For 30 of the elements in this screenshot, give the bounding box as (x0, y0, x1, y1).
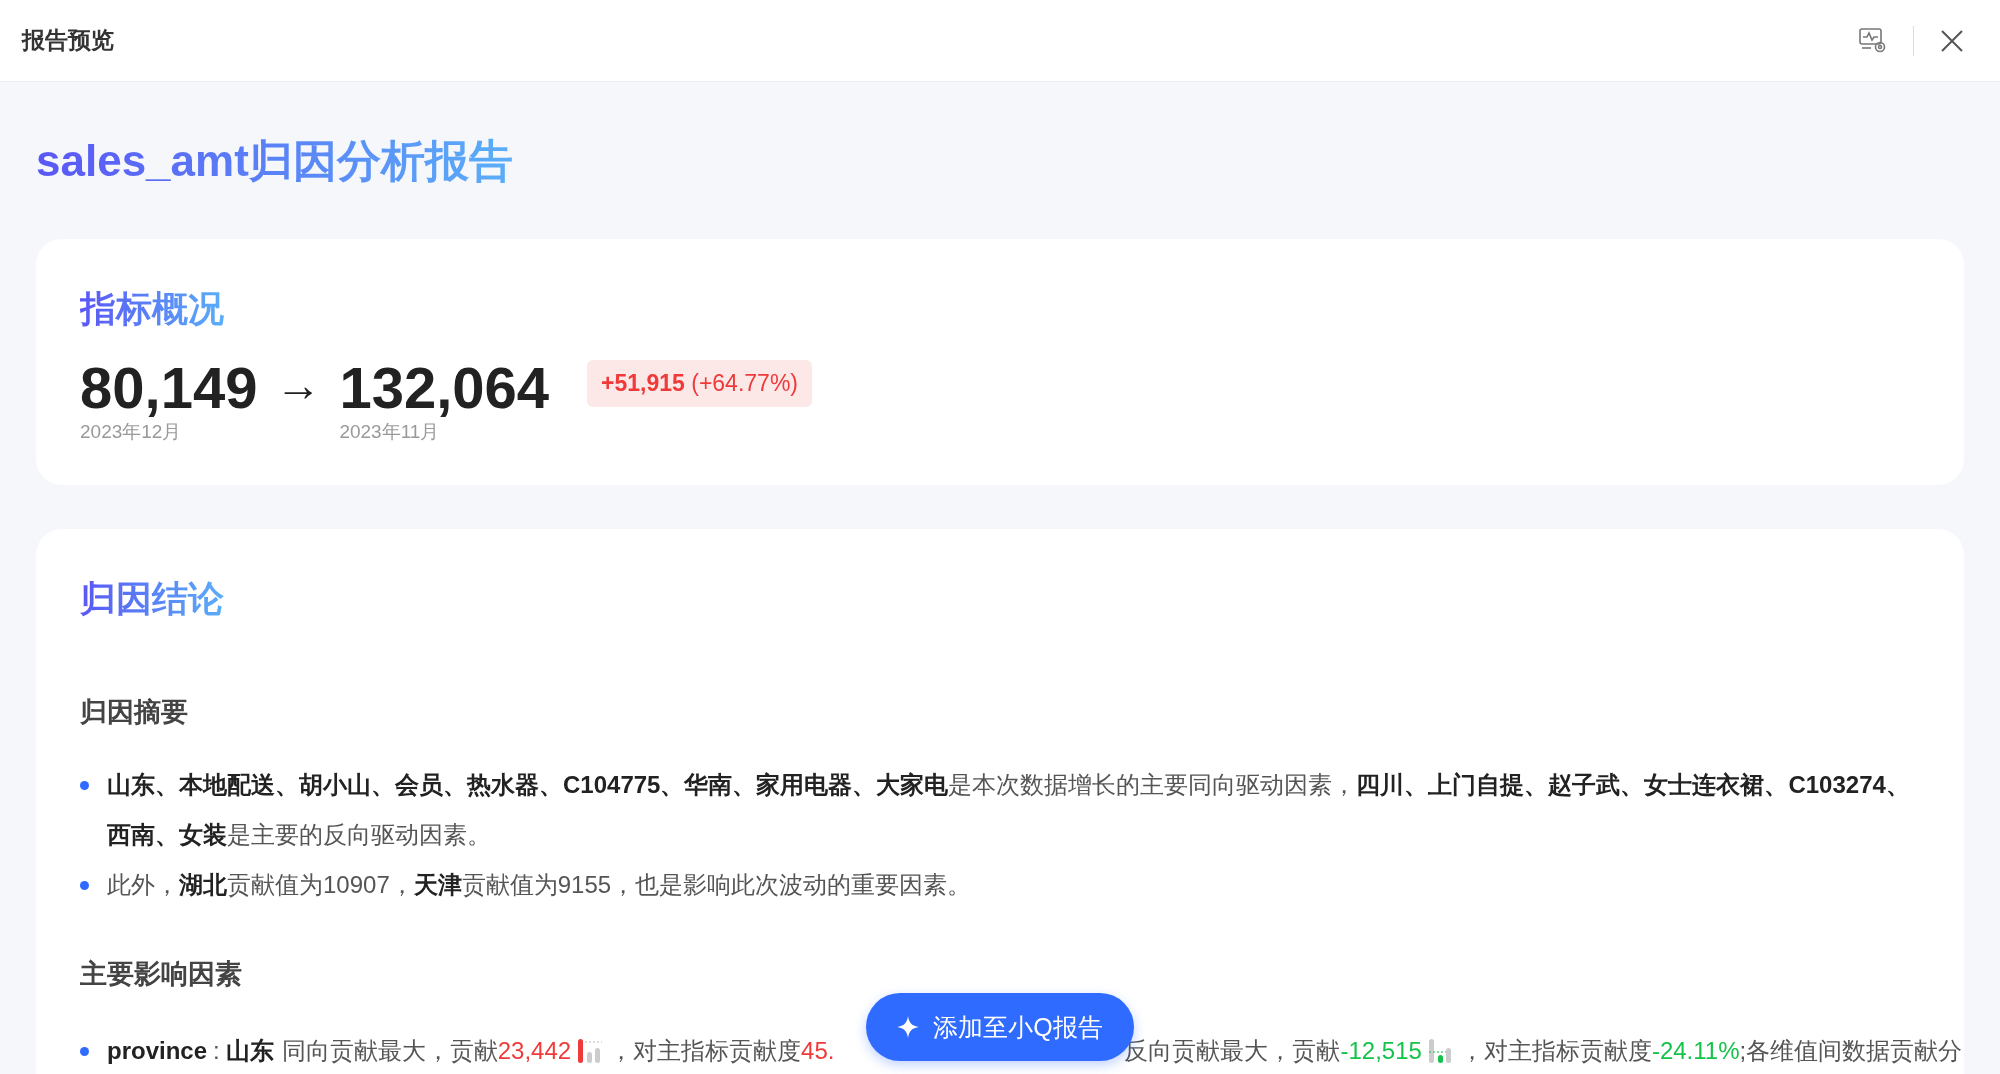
arrow-glyph: → (275, 358, 322, 413)
summary-paragraph: 山东、本地配送、胡小山、会员、热水器、C104775、华南、家用电器、大家电是本次数据增长的主要同向驱动因素，四川、上门自提、赵子武、女士连衣裙、C103274、西南、女装是主要的反向驱动因素。 (107, 769, 1911, 850)
bullet-dot (80, 780, 89, 790)
factor-text: 同向贡献最大，贡献 (281, 1035, 498, 1066)
metric-value: 80,149 (80, 358, 258, 419)
close-icon[interactable] (1940, 28, 1964, 53)
monitor-gear-icon[interactable] (1859, 27, 1887, 54)
dimension-label: province (107, 1035, 208, 1066)
negative-value: -24.11% (1651, 1035, 1740, 1066)
negative-value: -12,515 (1340, 1035, 1422, 1066)
subsection-title: 归因摘要 (80, 695, 189, 729)
dimension-value: 山东 (225, 1035, 274, 1066)
sparkle-icon (897, 1016, 920, 1038)
period-label: 2023年11月 (339, 419, 441, 444)
subsection-title: 主要影响因素 (80, 957, 243, 991)
colon-separator: : (213, 1035, 220, 1066)
bar-chart-icon (577, 1037, 604, 1064)
metric-value: 132,064 (339, 358, 550, 419)
positive-value: 45. (801, 1035, 835, 1066)
bullet-dot (80, 1046, 89, 1056)
bar-chart-icon (1427, 1037, 1454, 1064)
window-title: 报告预览 (22, 26, 115, 55)
positive-value: 23,442 (497, 1035, 572, 1066)
summary-paragraph: 此外，湖北贡献值为10907，天津贡献值为9155，也是影响此次波动的重要因素。 (107, 869, 972, 900)
factor-text: ，对主指标贡献度 (1459, 1035, 1652, 1066)
period-label: 2023年12月 (80, 419, 183, 444)
bullet-dot (80, 880, 89, 890)
factor-text: ，对主指标贡献度 (609, 1035, 802, 1066)
change-badge: +51,915 (+64.77%) (587, 360, 812, 407)
factor-text: ;各维值间数据贡献分 (1739, 1035, 1963, 1066)
